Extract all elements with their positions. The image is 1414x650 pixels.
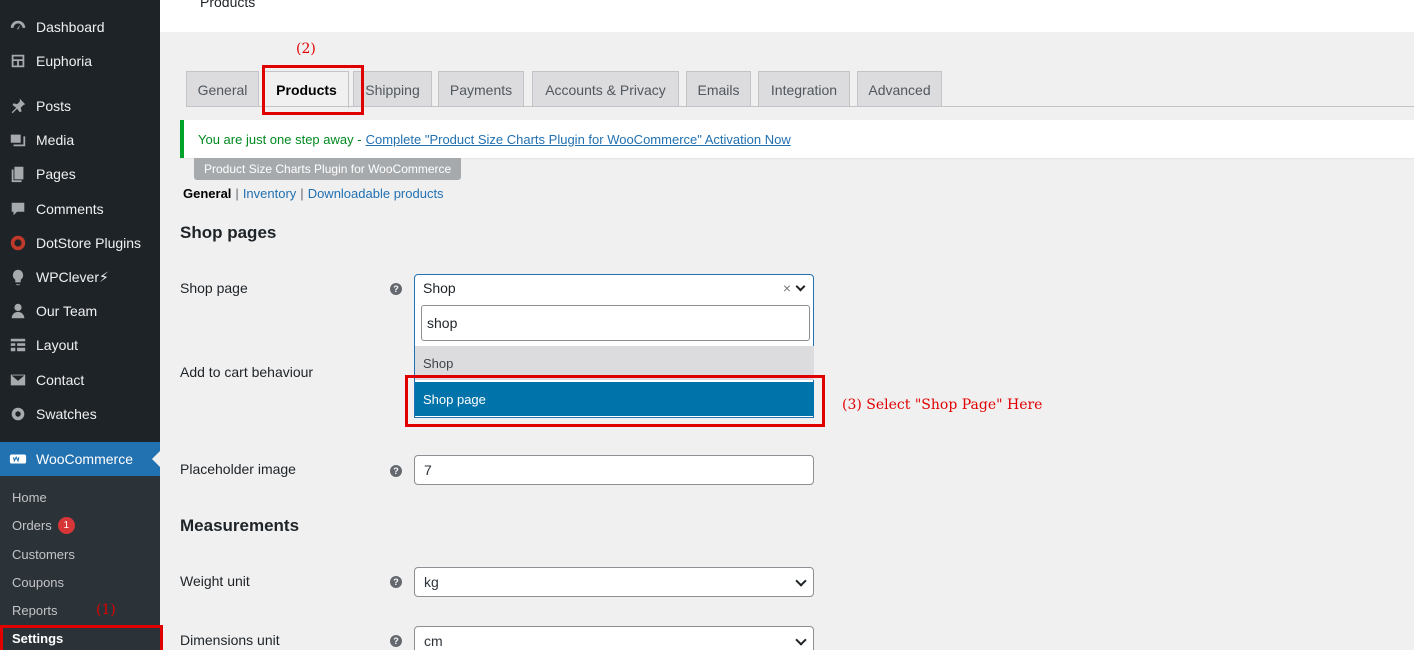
submenu-customers[interactable]: Customers	[12, 544, 75, 564]
media-icon	[0, 131, 36, 149]
sidebar-item-label: WooCommerce	[36, 451, 133, 467]
annotation-box-settings	[0, 625, 163, 650]
dotstore-icon	[0, 234, 36, 252]
help-icon[interactable]: ?	[390, 576, 402, 588]
comment-icon	[0, 200, 36, 218]
placeholder-image-input[interactable]: 7	[414, 455, 814, 485]
section-separator: |	[235, 186, 239, 201]
sidebar-item-label: Our Team	[36, 303, 98, 319]
shop-page-select[interactable]: Shop ×	[414, 274, 814, 302]
sidebar-item-dotstore[interactable]: DotStore Plugins	[0, 226, 160, 260]
shop-page-selected-value: Shop	[423, 280, 456, 296]
tab-advanced[interactable]: Advanced	[857, 71, 942, 107]
dropdown-search-input[interactable]: shop	[421, 305, 810, 341]
sidebar-item-swatches[interactable]: Swatches	[0, 397, 160, 431]
chevron-down-icon	[795, 634, 807, 646]
tab-payments[interactable]: Payments	[438, 71, 524, 107]
help-icon[interactable]: ?	[390, 465, 402, 477]
tab-general[interactable]: General	[186, 71, 259, 107]
submenu-home[interactable]: Home	[12, 487, 47, 507]
section-separator: |	[300, 186, 304, 201]
gear-icon	[0, 405, 36, 423]
dimensions-unit-label: Dimensions unit	[180, 632, 280, 648]
weight-unit-label: Weight unit	[180, 573, 250, 589]
tab-emails[interactable]: Emails	[686, 71, 751, 107]
shop-page-label: Shop page	[180, 280, 248, 296]
chevron-down-icon	[795, 281, 806, 292]
submenu-coupons[interactable]: Coupons	[12, 572, 64, 592]
sidebar-item-comments[interactable]: Comments	[0, 192, 160, 226]
grid-icon	[0, 336, 36, 354]
sidebar-item-wpclever[interactable]: WPClever⚡	[0, 260, 160, 294]
sidebar-item-label: Contact	[36, 372, 85, 388]
section-general[interactable]: General	[183, 186, 231, 201]
annotation-step-1: (1)	[96, 602, 116, 618]
add-to-cart-label: Add to cart behaviour	[180, 364, 314, 380]
plugin-tag[interactable]: Product Size Charts Plugin for WooCommer…	[194, 158, 462, 180]
tab-divider	[186, 106, 1414, 107]
woo-icon	[0, 450, 36, 468]
sidebar-item-contact[interactable]: Contact	[0, 363, 160, 397]
measurements-heading: Measurements	[180, 516, 300, 535]
help-icon[interactable]: ?	[390, 283, 402, 295]
clear-icon[interactable]: ×	[783, 280, 791, 296]
layout-icon	[0, 52, 36, 70]
sidebar-item-label: Layout	[36, 337, 79, 353]
dimensions-unit-select[interactable]: cm	[414, 626, 814, 650]
admin-sidebar: Dashboard Euphoria Posts Media Pages Com…	[0, 0, 160, 650]
activation-link[interactable]: Complete "Product Size Charts Plugin for…	[366, 132, 791, 147]
section-links: General | Inventory | Downloadable produ…	[183, 186, 444, 201]
tab-integration[interactable]: Integration	[758, 71, 850, 107]
submenu-orders[interactable]: Orders 1	[12, 515, 75, 535]
sidebar-item-label: WPClever⚡	[36, 268, 109, 285]
section-downloadable[interactable]: Downloadable products	[308, 186, 444, 201]
annotation-box-products-tab	[262, 65, 364, 115]
sidebar-item-dashboard[interactable]: Dashboard	[0, 10, 160, 44]
sidebar-item-posts[interactable]: Posts	[0, 89, 160, 123]
mail-icon	[0, 371, 36, 389]
annotation-step-2: (2)	[296, 41, 316, 57]
chevron-down-icon	[795, 575, 807, 587]
sidebar-item-label: DotStore Plugins	[36, 235, 142, 251]
sidebar-item-label: Pages	[36, 166, 76, 182]
shop-pages-heading: Shop pages	[180, 223, 277, 242]
annotation-step-3: (3) Select "Shop Page" Here	[842, 397, 1043, 413]
submenu-orders-label: Orders	[12, 517, 52, 533]
sidebar-item-label: Swatches	[36, 406, 97, 422]
weight-unit-select[interactable]: kg	[414, 567, 814, 597]
activation-notice: You are just one step away - Complete "P…	[180, 120, 1414, 158]
placeholder-image-label: Placeholder image	[180, 461, 296, 477]
sidebar-item-label: Euphoria	[36, 53, 93, 69]
submenu-reports[interactable]: Reports	[12, 600, 58, 620]
sidebar-item-label: Media	[36, 132, 75, 148]
team-icon	[0, 302, 36, 320]
orders-count-badge: 1	[57, 516, 75, 534]
section-inventory[interactable]: Inventory	[243, 186, 296, 201]
pin-icon	[0, 97, 36, 115]
bulb-icon	[0, 268, 36, 286]
notice-text: You are just one step away -	[198, 131, 362, 147]
dashboard-icon	[0, 18, 36, 36]
sidebar-item-euphoria[interactable]: Euphoria	[0, 44, 160, 78]
sidebar-item-label: Comments	[36, 201, 104, 217]
page-title: Products	[200, 0, 256, 10]
dimensions-unit-value: cm	[424, 633, 443, 649]
sidebar-item-layout[interactable]: Layout	[0, 328, 160, 362]
annotation-box-shop-page-option	[405, 375, 825, 427]
sidebar-item-label: Dashboard	[36, 19, 105, 35]
tab-accounts-privacy[interactable]: Accounts & Privacy	[532, 71, 679, 107]
sidebar-item-pages[interactable]: Pages	[0, 157, 160, 191]
page-header: Products	[160, 0, 1414, 32]
tab-shipping[interactable]: Shipping	[353, 71, 432, 107]
help-icon[interactable]: ?	[390, 635, 402, 647]
sidebar-item-our-team[interactable]: Our Team	[0, 294, 160, 328]
pages-icon	[0, 165, 36, 183]
sidebar-item-woocommerce[interactable]: WooCommerce	[0, 442, 160, 476]
sidebar-item-media[interactable]: Media	[0, 123, 160, 157]
sidebar-item-label: Posts	[36, 98, 72, 114]
woocommerce-submenu: Home Orders 1 Customers Coupons Reports …	[0, 476, 160, 650]
weight-unit-value: kg	[424, 574, 439, 590]
